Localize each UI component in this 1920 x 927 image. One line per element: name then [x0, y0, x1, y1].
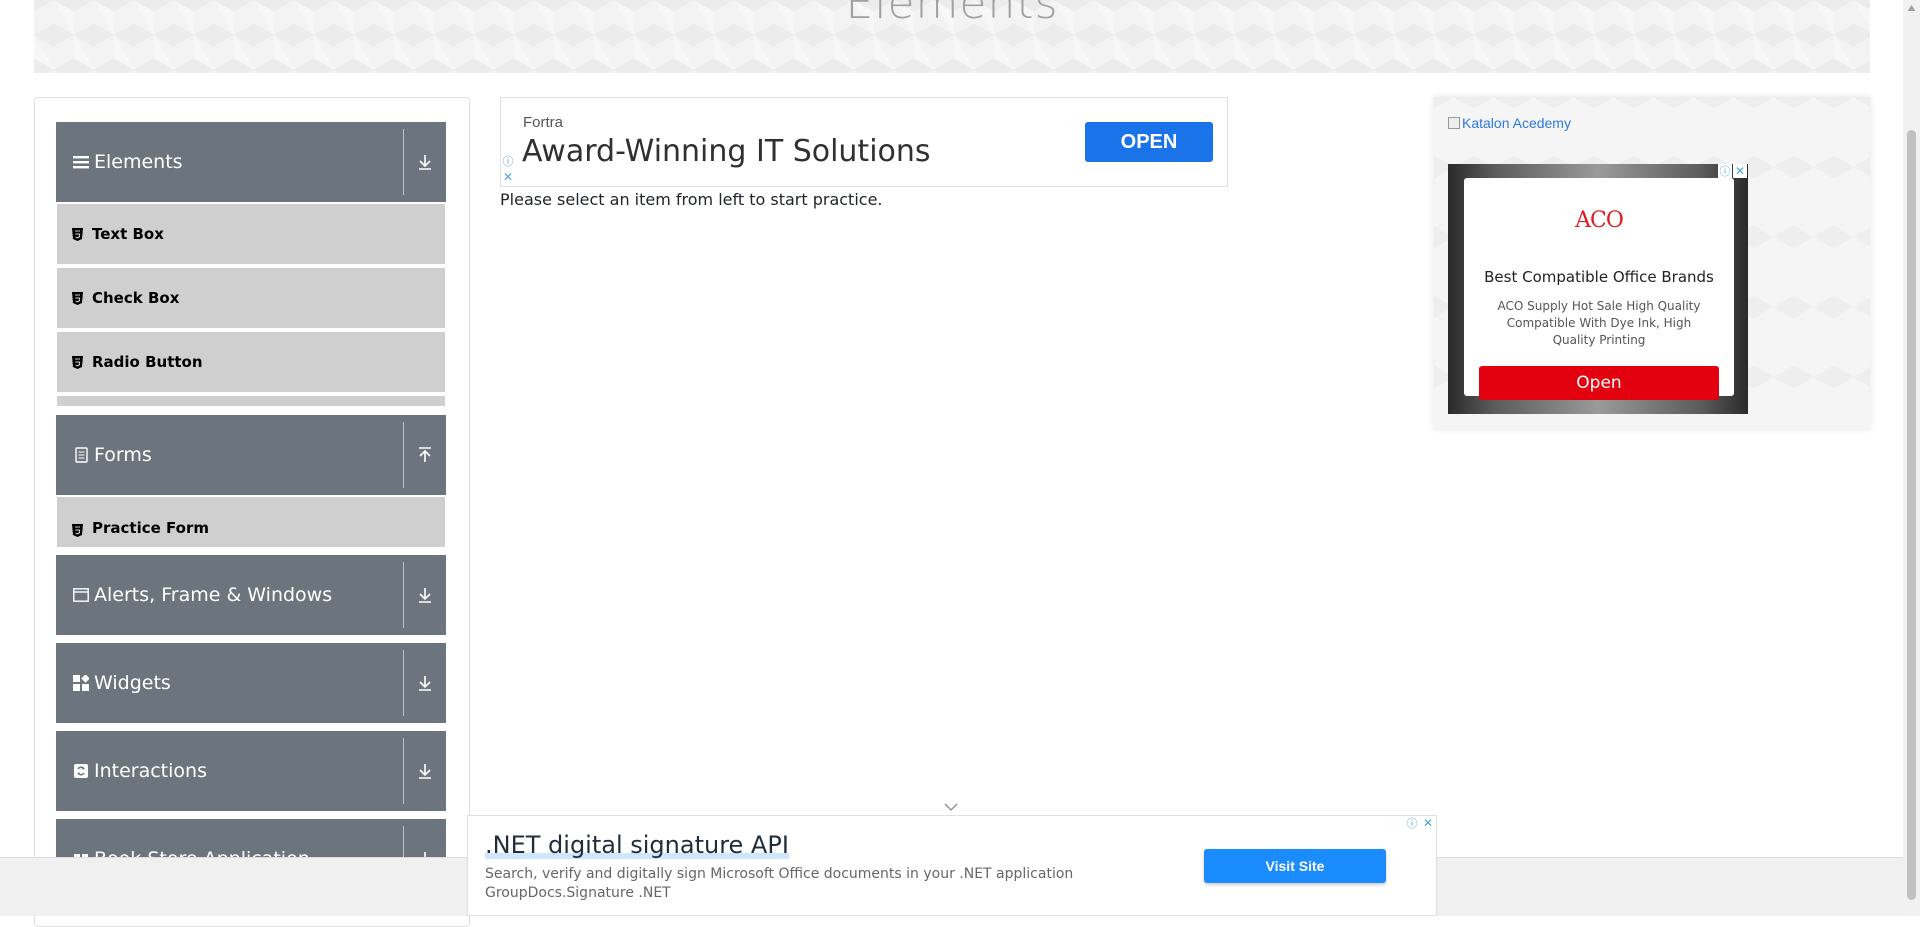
- ad-info-icon[interactable]: ⓘ: [501, 154, 515, 168]
- hamburger-icon: [72, 153, 90, 171]
- aco-ad-card[interactable]: ACO Best Compatible Office Brands ACO Su…: [1464, 178, 1734, 400]
- upload-arrow-icon[interactable]: [414, 443, 436, 467]
- page-title: Elements: [845, 0, 1059, 29]
- bottom-ad-description-line: Search, verify and digitally sign Micros…: [485, 866, 1074, 882]
- aco-description: ACO Supply Hot Sale High Quality Compati…: [1497, 299, 1701, 347]
- group-label: Interactions: [94, 760, 207, 782]
- menu-item-check-box[interactable]: Check Box: [57, 268, 445, 328]
- bottom-ad-description-line: GroupDocs.Signature .NET: [485, 885, 671, 901]
- ad-close-icon[interactable]: ✕: [1421, 816, 1435, 830]
- group-header-alerts[interactable]: Alerts, Frame & Windows: [56, 555, 446, 635]
- header-banner: Elements: [34, 0, 1870, 73]
- divider: [403, 562, 404, 628]
- bottom-advertisement[interactable]: .NET digital signature API Search, verif…: [467, 815, 1437, 916]
- divider: [403, 129, 404, 195]
- katalon-academy-link[interactable]: Katalon Acedemy: [1448, 115, 1571, 131]
- group-label: Alerts, Frame & Windows: [94, 584, 333, 606]
- ad-open-button[interactable]: OPEN: [1085, 122, 1213, 162]
- menu-item-label: Check Box: [92, 289, 180, 307]
- ad-brand: Fortra: [523, 114, 564, 131]
- aco-open-button[interactable]: Open: [1479, 366, 1719, 400]
- group-label: Elements: [94, 151, 183, 173]
- aco-logo: ACO: [1575, 208, 1624, 233]
- aco-title: Best Compatible Office Brands: [1484, 268, 1714, 286]
- download-arrow-icon[interactable]: [414, 671, 436, 695]
- katalon-link-text[interactable]: Katalon Acedemy: [1462, 115, 1571, 131]
- ad-info-icon[interactable]: ⓘ: [1405, 816, 1419, 830]
- group-header-forms[interactable]: Forms: [56, 415, 446, 495]
- download-arrow-icon[interactable]: [414, 150, 436, 174]
- window-icon: [72, 586, 90, 604]
- visit-site-button[interactable]: Visit Site: [1204, 849, 1386, 883]
- right-advertisement: Katalon Acedemy ⓘ ✕ ACO Best Compatible …: [1434, 97, 1870, 429]
- menu-item-radio-button[interactable]: Radio Button: [57, 332, 445, 392]
- scrollbar-thumb[interactable]: [1907, 130, 1916, 900]
- vertical-scrollbar[interactable]: [1903, 0, 1920, 916]
- menu-item-label: Radio Button: [92, 353, 203, 371]
- menu-item-text-box[interactable]: Text Box: [57, 204, 445, 264]
- html5-icon: [71, 523, 83, 537]
- divider: [403, 738, 404, 804]
- group-header-interactions[interactable]: Interactions: [56, 731, 446, 811]
- menu-item-label: Practice Form: [92, 519, 209, 537]
- aco-ad-frame[interactable]: ⓘ ✕ ACO Best Compatible Office Brands AC…: [1448, 164, 1748, 414]
- document-icon: [72, 446, 90, 464]
- group-header-elements[interactable]: Elements: [56, 122, 446, 202]
- menu-overflow-edge: [57, 396, 445, 406]
- interactions-icon: [72, 762, 90, 780]
- html5-icon: [71, 355, 83, 369]
- chevron-down-icon[interactable]: [942, 800, 960, 814]
- top-advertisement[interactable]: Fortra Award-Winning IT Solutions OPEN ⓘ…: [500, 97, 1228, 187]
- broken-image-icon: [1448, 117, 1460, 129]
- ad-close-icon[interactable]: ✕: [501, 170, 515, 184]
- group-label: Forms: [94, 444, 152, 466]
- group-label: Widgets: [94, 672, 171, 694]
- bottom-ad-headline[interactable]: .NET digital signature API: [485, 831, 789, 859]
- download-arrow-icon[interactable]: [414, 759, 436, 783]
- divider: [403, 650, 404, 716]
- menu-item-label: Text Box: [92, 225, 164, 243]
- scroll-up-icon[interactable]: [1907, 4, 1916, 12]
- menu-item-practice-form[interactable]: Practice Form: [57, 497, 445, 547]
- download-arrow-icon[interactable]: [414, 583, 436, 607]
- html5-icon: [71, 227, 83, 241]
- bottom-ad-description: Search, verify and digitally sign Micros…: [485, 865, 1073, 903]
- widgets-icon: [72, 674, 90, 692]
- ad-info-icon[interactable]: ⓘ: [1718, 164, 1732, 178]
- ad-headline[interactable]: Award-Winning IT Solutions: [522, 134, 931, 169]
- html5-icon: [71, 291, 83, 305]
- divider: [403, 422, 404, 488]
- instructions-text: Please select an item from left to start…: [500, 190, 883, 209]
- group-header-widgets[interactable]: Widgets: [56, 643, 446, 723]
- ad-close-icon[interactable]: ✕: [1733, 164, 1747, 178]
